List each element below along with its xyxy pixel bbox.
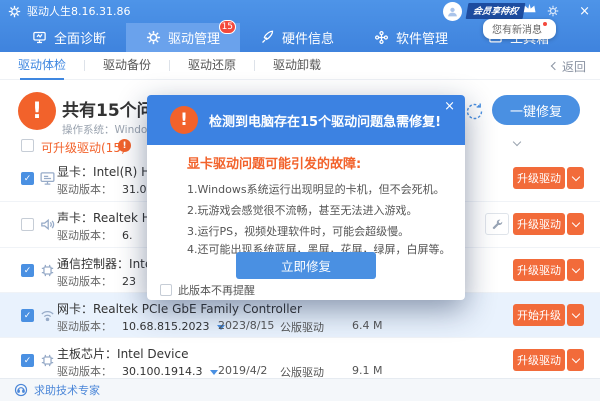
driver-row-chipset[interactable]: ✓ 主板芯片：Intel Device 驱动版本：30.100.1914.3 2…: [0, 338, 600, 380]
headset-icon: [14, 383, 28, 397]
dialog-title: 显卡驱动问题可能引发的故障:: [187, 153, 361, 172]
row-checkbox[interactable]: ✓: [21, 172, 34, 185]
upgrade-options-dropdown[interactable]: [567, 259, 584, 281]
tab-label: 驱动管理: [168, 28, 220, 47]
tab-software-management[interactable]: 软件管理: [354, 23, 468, 52]
chevron-down-icon: [571, 218, 579, 226]
gear-icon: [146, 30, 161, 45]
chevron-down-icon: [571, 172, 579, 180]
driver-size: 6.4 M: [352, 319, 382, 332]
dialog-header: ! 检测到电脑存在15个驱动问题急需修复! ×: [147, 95, 465, 145]
member-badge[interactable]: 会员享特权: [466, 3, 526, 19]
dont-remind-label: 此版本不再提醒: [178, 282, 255, 298]
subnav-driver-backup[interactable]: 驱动备份: [103, 52, 151, 80]
section-checkbox[interactable]: [21, 139, 34, 152]
subnav-driver-restore[interactable]: 驱动还原: [188, 52, 236, 80]
app-title: 驱动人生8.16.31.86: [27, 3, 130, 19]
network-icon: [39, 307, 56, 324]
dont-remind-row[interactable]: 此版本不再提醒: [160, 282, 255, 298]
repair-now-button[interactable]: 立即修复: [236, 252, 376, 279]
tab-full-diagnosis[interactable]: 全面诊断: [12, 23, 126, 52]
ask-expert-link[interactable]: 求助技术专家: [34, 382, 100, 398]
row-checkbox[interactable]: ✓: [21, 264, 34, 277]
subnav: 驱动体检 驱动备份 驱动还原 驱动卸载 返回: [0, 52, 600, 80]
upgrade-driver-button[interactable]: 升级驱动: [513, 259, 565, 281]
section-collapse-chevron-icon[interactable]: [513, 138, 521, 146]
row-checkbox[interactable]: ✓: [21, 309, 34, 322]
dialog-close-button[interactable]: ×: [444, 99, 455, 114]
upgrade-options-dropdown[interactable]: [567, 304, 584, 326]
rocket-icon: [260, 30, 275, 45]
dialog-warning-icon: !: [170, 106, 198, 134]
chip-icon: [39, 352, 56, 369]
dialog-line: 3.运行PS，视频处理软件时，可能会超级慢。: [187, 223, 409, 239]
tab-label: 全面诊断: [54, 28, 106, 47]
tab-label: 软件管理: [396, 28, 448, 47]
tab-hardware-info[interactable]: 硬件信息: [240, 23, 354, 52]
chip-icon: [39, 262, 56, 279]
upgrade-driver-button[interactable]: 升级驱动: [513, 349, 565, 371]
summary-title: 共有15个问: [62, 96, 154, 121]
chevron-down-icon: [571, 354, 579, 362]
section-warning-icon: !: [118, 139, 131, 152]
footer: 求助技术专家: [0, 378, 600, 401]
driver-kind: 公版驱动: [280, 319, 324, 335]
notification-dot: [543, 22, 547, 26]
speaker-icon: [39, 216, 56, 233]
dialog-header-text: 检测到电脑存在15个驱动问题急需修复!: [209, 111, 441, 130]
start-upgrade-button[interactable]: 开始升级: [513, 304, 565, 326]
chevron-down-icon: [571, 264, 579, 272]
subnav-driver-check[interactable]: 驱动体检: [18, 52, 66, 80]
one-click-repair-button[interactable]: 一键修复: [492, 95, 580, 125]
window-close-button[interactable]: ×: [579, 5, 590, 18]
upgrade-driver-button[interactable]: 升级驱动: [513, 213, 565, 235]
summary-os-line: 操作系统：Window: [62, 122, 156, 137]
upgrade-driver-button[interactable]: 升级驱动: [513, 167, 565, 189]
repair-wrench-button[interactable]: [485, 213, 509, 235]
rescan-refresh-icon[interactable]: [464, 101, 485, 122]
summary-warning-icon: !: [18, 92, 56, 130]
back-button[interactable]: 返回: [552, 52, 586, 80]
dont-remind-checkbox[interactable]: [160, 284, 172, 296]
repair-warning-dialog: ! 检测到电脑存在15个驱动问题急需修复! × 显卡驱动问题可能引发的故障: 1…: [147, 95, 465, 300]
chevron-down-icon: [571, 309, 579, 317]
tab-label: 硬件信息: [282, 28, 334, 47]
user-avatar[interactable]: [443, 2, 462, 21]
monitor-icon: [32, 30, 47, 45]
upgrade-options-dropdown[interactable]: [567, 167, 584, 189]
new-message-tooltip[interactable]: 您有新消息: [483, 19, 556, 39]
dialog-line: 2.玩游戏会感觉很不流畅，甚至无法进入游戏。: [187, 202, 418, 218]
driver-size: 9.1 M: [352, 364, 382, 377]
tab-driver-management[interactable]: 驱动管理 15: [126, 23, 240, 52]
row-checkbox[interactable]: ✓: [21, 354, 34, 367]
upgrade-options-dropdown[interactable]: [567, 213, 584, 235]
display-icon: [39, 170, 56, 187]
driver-date: 2019/4/2: [218, 364, 267, 377]
app-logo-gear-icon: [8, 5, 21, 18]
driver-date: 2023/8/15: [218, 319, 274, 332]
settings-gear-icon[interactable]: [547, 5, 559, 17]
section-label: 可升级驱动(15): [41, 139, 126, 156]
upgrade-options-dropdown[interactable]: [567, 349, 584, 371]
apps-icon: [374, 30, 389, 45]
divider: [254, 60, 255, 71]
driver-problem-badge: 15: [219, 20, 236, 34]
subnav-driver-uninstall[interactable]: 驱动卸载: [273, 52, 321, 80]
row-checkbox[interactable]: [21, 218, 34, 231]
divider: [84, 60, 85, 71]
divider: [169, 60, 170, 71]
chevron-left-icon: [551, 62, 559, 70]
dialog-line: 1.Windows系统运行出现明显的卡机，但不会死机。: [187, 181, 445, 197]
